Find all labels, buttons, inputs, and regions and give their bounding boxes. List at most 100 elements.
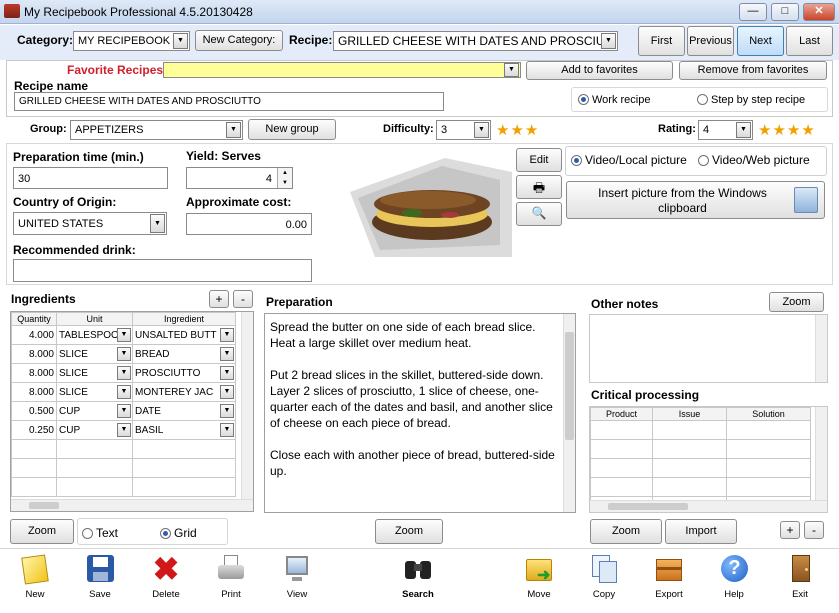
add-ingredient-button[interactable]: + (209, 290, 229, 308)
difficulty-select[interactable]: 3 ▼ (436, 120, 491, 140)
critical-zoom-button[interactable]: Zoom (590, 519, 662, 544)
scroll-thumb[interactable] (608, 503, 688, 510)
scroll-thumb[interactable] (565, 332, 574, 440)
table-row[interactable] (11, 458, 236, 478)
table-row[interactable]: 8.000 SLICE ▼ MONTEREY JAC ▼ (11, 382, 236, 402)
unit-cell[interactable]: SLICE ▼ (56, 344, 133, 364)
move-button[interactable]: ➜ Move (509, 553, 569, 600)
chevron-down-icon[interactable]: ▼ (117, 423, 131, 437)
table-row[interactable] (590, 477, 811, 497)
edit-picture-button[interactable]: Edit (516, 148, 562, 172)
help-button[interactable]: ? Help (704, 553, 764, 600)
quantity-cell[interactable]: 8.000 (11, 363, 57, 383)
view-grid-radio[interactable]: Grid (160, 526, 197, 540)
add-to-favorites-button[interactable]: Add to favorites (526, 61, 673, 80)
critical-hscrollbar[interactable] (590, 500, 827, 512)
notes-scrollbar[interactable] (815, 315, 827, 382)
work-recipe-radio[interactable]: Work recipe (578, 94, 650, 106)
view-button[interactable]: View (267, 553, 327, 600)
table-row[interactable]: 8.000 SLICE ▼ BREAD ▼ (11, 344, 236, 364)
unit-cell[interactable]: CUP ▼ (56, 401, 133, 421)
table-row[interactable] (590, 458, 811, 478)
maximize-button[interactable]: □ (771, 3, 799, 21)
table-row[interactable]: 8.000 SLICE ▼ PROSCIUTTO ▼ (11, 363, 236, 383)
scroll-thumb[interactable] (29, 502, 59, 509)
exit-button[interactable]: Exit (770, 553, 830, 600)
import-button[interactable]: Import (665, 519, 737, 544)
critical-vscrollbar[interactable] (815, 407, 827, 500)
preparation-scrollbar[interactable] (563, 314, 575, 512)
ingredients-vscrollbar[interactable] (241, 312, 253, 499)
chevron-down-icon[interactable]: ▼ (117, 385, 131, 399)
chevron-down-icon[interactable]: ▼ (220, 423, 234, 437)
ingredient-cell[interactable]: BREAD ▼ (132, 344, 236, 364)
table-row[interactable] (590, 420, 811, 440)
yield-stepper[interactable]: ▲ ▼ (277, 168, 292, 188)
new-group-button[interactable]: New group (248, 119, 336, 140)
group-select[interactable]: APPETIZERS ▼ (70, 120, 243, 140)
ingredient-cell[interactable]: BASIL ▼ (132, 420, 236, 440)
export-button[interactable]: Export (639, 553, 699, 600)
chevron-down-icon[interactable]: ▼ (117, 328, 131, 342)
print-button[interactable]: Print (201, 553, 261, 600)
chevron-down-icon[interactable]: ▼ (220, 347, 234, 361)
table-row[interactable]: 4.000 TABLESPOO ▼ UNSALTED BUTT ▼ (11, 325, 236, 345)
table-row[interactable] (11, 477, 236, 497)
video-local-radio[interactable]: Video/Local picture (571, 153, 687, 167)
recipe-select[interactable]: GRILLED CHEESE WITH DATES AND PROSCIU ▼ (333, 31, 618, 51)
other-notes-textarea[interactable] (589, 314, 828, 383)
preparation-textarea[interactable]: Spread the butter on one side of each br… (264, 313, 576, 513)
preparation-zoom-button[interactable]: Zoom (375, 519, 443, 544)
save-button[interactable]: Save (70, 553, 130, 600)
unit-cell[interactable]: TABLESPOO ▼ (56, 325, 133, 345)
country-select[interactable]: UNITED STATES ▼ (13, 212, 167, 235)
video-web-radio[interactable]: Video/Web picture (698, 153, 810, 167)
add-critical-button[interactable]: + (780, 521, 800, 539)
print-picture-button[interactable]: 🖶 (516, 175, 562, 199)
ingredient-cell[interactable]: DATE ▼ (132, 401, 236, 421)
remove-ingredient-button[interactable]: - (233, 290, 253, 308)
chevron-down-icon[interactable]: ▼ (117, 347, 131, 361)
close-button[interactable]: ✕ (803, 3, 835, 21)
quantity-cell[interactable]: 4.000 (11, 325, 57, 345)
table-row[interactable] (590, 439, 811, 459)
unit-cell[interactable]: SLICE ▼ (56, 363, 133, 383)
quantity-cell[interactable]: 8.000 (11, 344, 57, 364)
quantity-cell[interactable]: 0.500 (11, 401, 57, 421)
quantity-cell[interactable]: 8.000 (11, 382, 57, 402)
copy-button[interactable]: Copy (574, 553, 634, 600)
notes-zoom-button[interactable]: Zoom (769, 292, 824, 312)
insert-clipboard-picture-button[interactable]: Insert picture from the Windows clipboar… (566, 181, 825, 219)
remove-critical-button[interactable]: - (804, 521, 824, 539)
delete-button[interactable]: ✖ Delete (136, 553, 196, 600)
next-button[interactable]: Next (737, 26, 784, 56)
chevron-down-icon[interactable]: ▼ (220, 385, 234, 399)
view-text-radio[interactable]: Text (82, 526, 118, 540)
chevron-down-icon[interactable]: ▼ (220, 366, 234, 380)
ingredient-cell[interactable]: UNSALTED BUTT ▼ (132, 325, 236, 345)
unit-cell[interactable]: CUP ▼ (56, 420, 133, 440)
preview-picture-button[interactable]: 🔍 (516, 202, 562, 226)
minimize-button[interactable]: — (739, 3, 767, 21)
rating-select[interactable]: 4 ▼ (698, 120, 753, 140)
recipe-name-field[interactable]: GRILLED CHEESE WITH DATES AND PROSCIUTTO (14, 92, 444, 111)
new-category-button[interactable]: New Category: (195, 30, 283, 51)
chevron-down-icon[interactable]: ▼ (117, 404, 131, 418)
drink-field[interactable] (13, 259, 312, 282)
ingredients-zoom-button[interactable]: Zoom (10, 519, 74, 544)
chevron-down-icon[interactable]: ▼ (220, 404, 234, 418)
previous-button[interactable]: Previous (687, 26, 734, 56)
chevron-down-icon[interactable]: ▼ (117, 366, 131, 380)
prep-time-field[interactable]: 30 (13, 167, 168, 189)
favorite-recipes-select[interactable]: ▼ (163, 62, 521, 78)
table-row[interactable] (11, 439, 236, 459)
table-row[interactable]: 0.250 CUP ▼ BASIL ▼ (11, 420, 236, 440)
new-button[interactable]: New (5, 553, 65, 600)
last-button[interactable]: Last (786, 26, 833, 56)
quantity-cell[interactable]: 0.250 (11, 420, 57, 440)
step-by-step-radio[interactable]: Step by step recipe (697, 94, 805, 106)
ingredient-cell[interactable]: PROSCIUTTO ▼ (132, 363, 236, 383)
cost-field[interactable]: 0.00 (186, 213, 312, 235)
unit-cell[interactable]: SLICE ▼ (56, 382, 133, 402)
chevron-down-icon[interactable]: ▼ (220, 328, 234, 342)
